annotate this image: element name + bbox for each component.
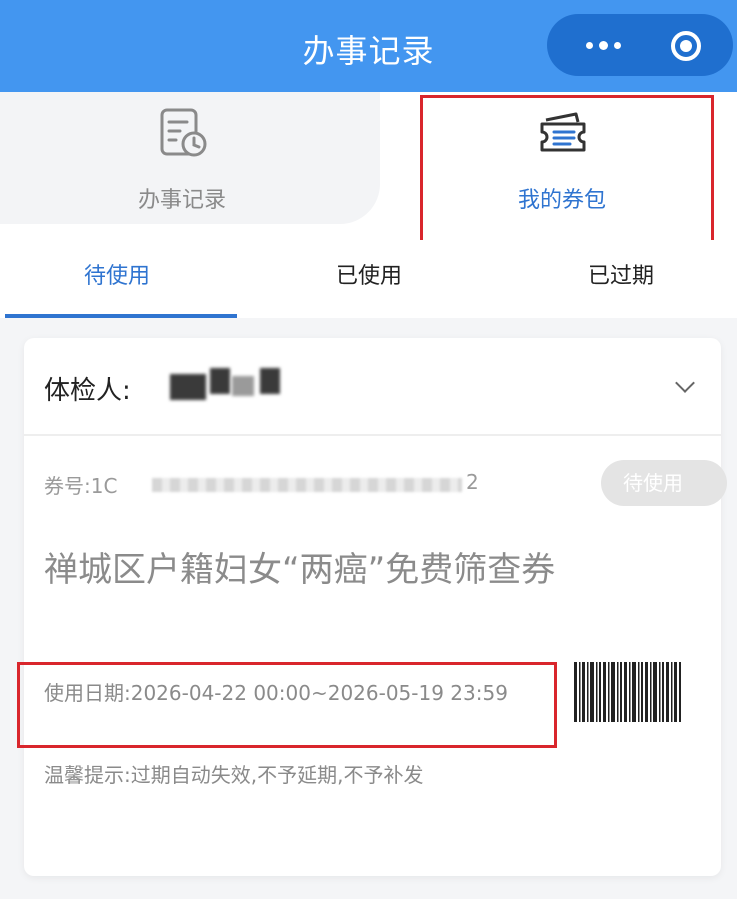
coupon-number-tail: 2 <box>466 470 479 494</box>
examinee-name-mask <box>170 374 206 400</box>
coupon-page: 办事记录 办事记录 我的券包 待使用 已使用 已过期 体检人: 券号:1C 2 … <box>0 0 737 899</box>
nav-header: 办事记录 <box>0 0 737 92</box>
tab-records[interactable]: 办事记录 <box>32 92 332 240</box>
examinee-row[interactable]: 体检人: <box>24 338 721 436</box>
status-tab-bar: 待使用 已使用 已过期 <box>0 240 737 318</box>
examinee-name-mask <box>260 368 280 394</box>
reminder-text: 温馨提示:过期自动失效,不予延期,不予补发 <box>44 763 424 787</box>
tab-records-label: 办事记录 <box>137 188 226 213</box>
tab-expired[interactable]: 已过期 <box>588 258 654 290</box>
examinee-label: 体检人: <box>44 376 131 406</box>
highlight-box-use-date <box>17 662 557 748</box>
miniprogram-capsule <box>547 14 733 76</box>
status-badge: 待使用 <box>601 460 727 506</box>
examinee-name-mask <box>232 376 254 396</box>
examinee-name-mask <box>210 368 230 394</box>
tab-unused[interactable]: 待使用 <box>84 258 150 290</box>
coupon-title: 禅城区户籍妇女“两癌”免费筛查券 <box>44 550 556 590</box>
close-icon[interactable] <box>671 31 701 61</box>
more-icon[interactable] <box>573 14 633 76</box>
coupon-card: 体检人: 券号:1C 2 待使用 禅城区户籍妇女“两癌”免费筛查券 使用日期:2… <box>24 338 727 876</box>
tab-used[interactable]: 已使用 <box>336 258 402 290</box>
barcode-icon[interactable] <box>574 662 682 722</box>
highlight-box-my-coupons <box>420 95 714 253</box>
coupon-number-label: 券号:1C <box>44 474 118 498</box>
chevron-down-icon[interactable] <box>675 373 695 393</box>
active-tab-indicator <box>5 314 237 318</box>
record-clock-icon <box>160 108 207 157</box>
coupon-number-mask <box>152 478 462 492</box>
